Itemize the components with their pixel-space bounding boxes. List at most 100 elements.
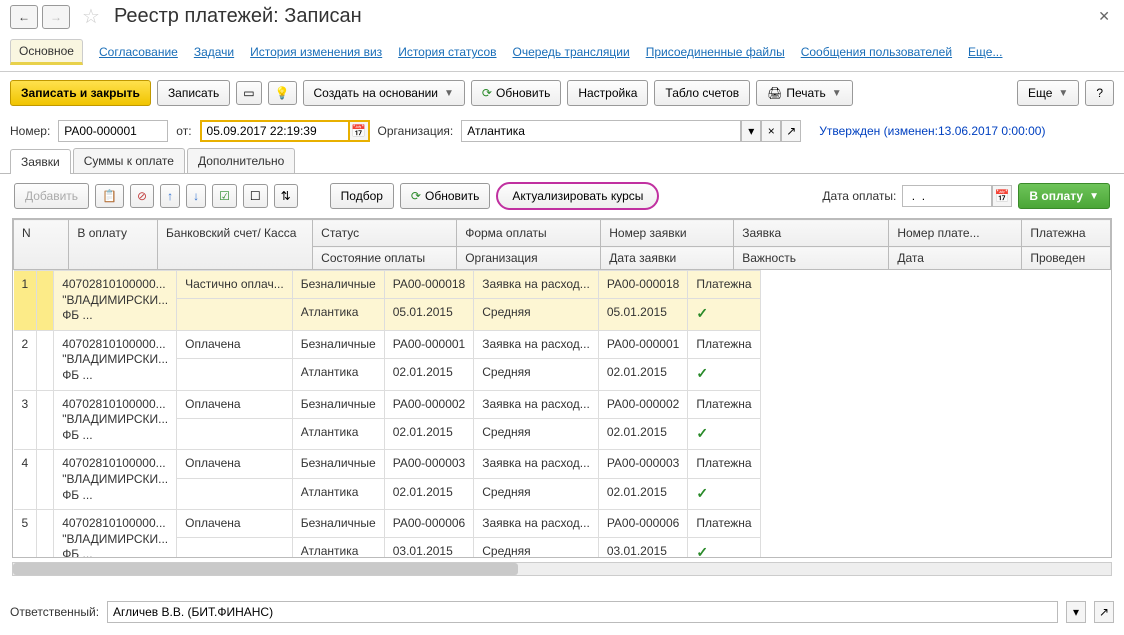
org-clear-button[interactable]: × — [761, 120, 781, 142]
col-payment[interactable]: Платежна — [1022, 220, 1111, 247]
cell-req-num: PA00-000006 — [384, 510, 474, 538]
move-down-button[interactable]: ↓ — [186, 184, 206, 208]
table-row[interactable]: 1 40702810100000..."ВЛАДИМИРСКИ...ФБ ...… — [14, 271, 761, 299]
table-row[interactable]: 2 40702810100000..."ВЛАДИМИРСКИ...ФБ ...… — [14, 330, 761, 358]
print-button[interactable]: 🖨 Печать▼ — [756, 80, 852, 106]
cell-request: Заявка на расход... — [474, 330, 599, 358]
col-to-pay[interactable]: В оплату — [69, 220, 158, 270]
cell-req-date: 02.01.2015 — [384, 359, 474, 390]
copy-icon: 📋 — [102, 189, 117, 203]
table-row[interactable]: 4 40702810100000..."ВЛАДИМИРСКИ...ФБ ...… — [14, 450, 761, 478]
to-pay-button[interactable]: В оплату ▼ — [1018, 183, 1110, 209]
cell-payment: Платежна — [688, 390, 760, 418]
sub-refresh-button[interactable]: ⟳ Обновить — [400, 183, 490, 209]
cell-req-num: PA00-000003 — [384, 450, 474, 478]
col-processed[interactable]: Проведен — [1022, 247, 1111, 270]
horizontal-scrollbar[interactable] — [12, 562, 1112, 576]
col-n[interactable]: N — [14, 220, 69, 270]
pay-date-label: Дата оплаты: — [822, 189, 896, 203]
col-pay-form[interactable]: Форма оплаты — [457, 220, 601, 247]
responsible-field[interactable] — [107, 601, 1058, 623]
cell-req-num: PA00-000001 — [384, 330, 474, 358]
uncheck-all-button[interactable]: ☐ — [243, 184, 268, 208]
responsible-dropdown-button[interactable]: ▾ — [1066, 601, 1086, 623]
refresh-icon: ⟳ — [411, 189, 421, 203]
cell-n: 5 — [14, 510, 37, 558]
close-icon[interactable]: ✕ — [1098, 8, 1110, 25]
card-icon-button[interactable]: ▭ — [236, 81, 261, 105]
tab-requests[interactable]: Заявки — [10, 149, 71, 174]
cell-to-pay — [37, 271, 54, 331]
cell-req-date: 03.01.2015 — [384, 538, 474, 558]
copy-button[interactable]: 📋 — [95, 184, 124, 208]
nav-more[interactable]: Еще... — [968, 45, 1002, 59]
refresh-icon: ⟳ — [482, 86, 492, 100]
table-row[interactable]: 5 40702810100000..."ВЛАДИМИРСКИ...ФБ ...… — [14, 510, 761, 538]
save-close-button[interactable]: Записать и закрыть — [10, 80, 151, 106]
create-based-button[interactable]: Создать на основании▼ — [303, 80, 465, 106]
move-up-button[interactable]: ↑ — [160, 184, 180, 208]
cell-pay-form: Безналичные — [292, 510, 384, 538]
nav-visa-history[interactable]: История изменения виз — [250, 45, 382, 59]
org-open-button[interactable]: ↗ — [781, 120, 801, 142]
nav-back-button[interactable]: ← — [10, 5, 38, 29]
col-importance[interactable]: Важность — [734, 247, 889, 270]
tab-amounts[interactable]: Суммы к оплате — [73, 148, 185, 173]
requests-table[interactable]: N В оплату Банковский счет/ Касса Статус… — [12, 218, 1112, 558]
col-request[interactable]: Заявка — [734, 220, 889, 247]
org-dropdown-button[interactable]: ▾ — [741, 120, 761, 142]
nav-approval[interactable]: Согласование — [99, 45, 178, 59]
check-icon: ✓ — [696, 425, 708, 441]
responsible-open-button[interactable]: ↗ — [1094, 601, 1114, 623]
arrow-down-icon: ↓ — [193, 189, 199, 203]
update-rates-button[interactable]: Актуализировать курсы — [496, 182, 659, 210]
arrow-right-icon: → — [50, 10, 62, 24]
nav-tasks[interactable]: Задачи — [194, 45, 234, 59]
number-field[interactable] — [58, 120, 168, 142]
col-pay-num[interactable]: Номер плате... — [889, 220, 1022, 247]
col-req-num[interactable]: Номер заявки — [601, 220, 734, 247]
refresh-button[interactable]: ⟳ Обновить — [471, 80, 561, 106]
check-all-button[interactable]: ☑ — [212, 184, 237, 208]
favorite-star-icon[interactable]: ☆ — [82, 4, 100, 29]
tab-additional[interactable]: Дополнительно — [187, 148, 295, 173]
more-button[interactable]: Еще▼ — [1017, 80, 1079, 106]
nav-messages[interactable]: Сообщения пользователей — [801, 45, 952, 59]
cell-payment: Платежна — [688, 271, 760, 299]
nav-forward-button[interactable]: → — [42, 5, 70, 29]
toggle-button[interactable]: ⇅ — [274, 184, 298, 208]
cell-pay-status — [177, 418, 293, 449]
col-bank-account[interactable]: Банковский счет/ Касса — [158, 220, 313, 270]
select-button[interactable]: Подбор — [330, 183, 394, 209]
col-date[interactable]: Дата — [889, 247, 1022, 270]
delete-button[interactable]: ⊘ — [130, 184, 154, 208]
cell-account: 40702810100000..."ВЛАДИМИРСКИ...ФБ ... — [54, 510, 177, 558]
col-status[interactable]: Статус — [313, 220, 457, 247]
settings-button[interactable]: Настройка — [567, 80, 648, 106]
date-field[interactable] — [200, 120, 350, 142]
cell-req-date: 02.01.2015 — [384, 478, 474, 509]
nav-main[interactable]: Основное — [10, 39, 83, 65]
chevron-down-icon: ▼ — [444, 88, 454, 99]
close-icon: × — [768, 124, 775, 138]
number-label: Номер: — [10, 124, 50, 138]
accounts-button[interactable]: Табло счетов — [654, 80, 750, 106]
cell-check: ✓ — [688, 359, 760, 390]
nav-files[interactable]: Присоединенные файлы — [646, 45, 785, 59]
table-row[interactable]: 3 40702810100000..."ВЛАДИМИРСКИ...ФБ ...… — [14, 390, 761, 418]
cell-date: 05.01.2015 — [598, 299, 688, 330]
add-button[interactable]: Добавить — [14, 183, 89, 209]
scroll-thumb[interactable] — [13, 563, 518, 575]
save-button[interactable]: Записать — [157, 80, 230, 106]
calendar-button[interactable]: 📅 — [350, 120, 370, 142]
help-button[interactable]: ? — [1085, 80, 1114, 106]
col-pay-status[interactable]: Состояние оплаты — [313, 247, 457, 270]
bulb-icon-button[interactable]: 💡 — [268, 81, 297, 105]
nav-status-history[interactable]: История статусов — [398, 45, 496, 59]
pay-date-field[interactable] — [902, 185, 992, 207]
pay-date-calendar-button[interactable]: 📅 — [992, 185, 1012, 207]
org-field[interactable] — [461, 120, 741, 142]
nav-queue[interactable]: Очередь трансляции — [513, 45, 630, 59]
col-org[interactable]: Организация — [457, 247, 601, 270]
col-req-date[interactable]: Дата заявки — [601, 247, 734, 270]
